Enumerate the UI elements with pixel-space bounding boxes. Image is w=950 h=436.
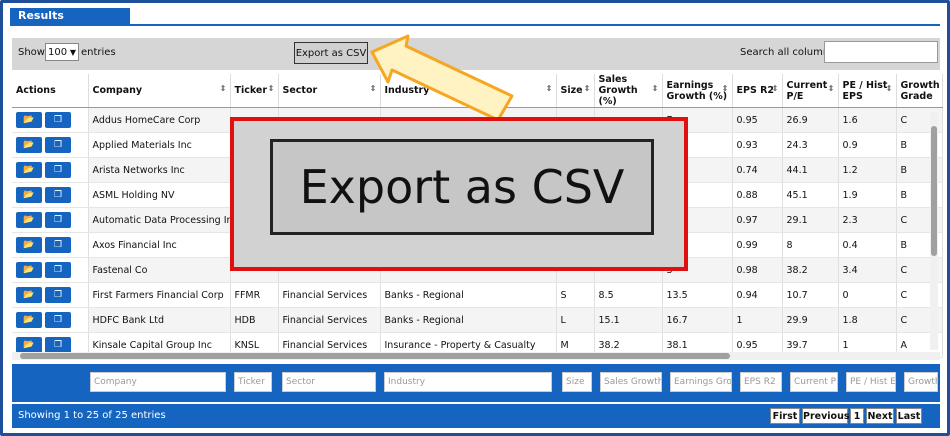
export-csv-callout: Export as CSV [230, 117, 688, 271]
export-csv-zoomed: Export as CSV [270, 139, 654, 235]
